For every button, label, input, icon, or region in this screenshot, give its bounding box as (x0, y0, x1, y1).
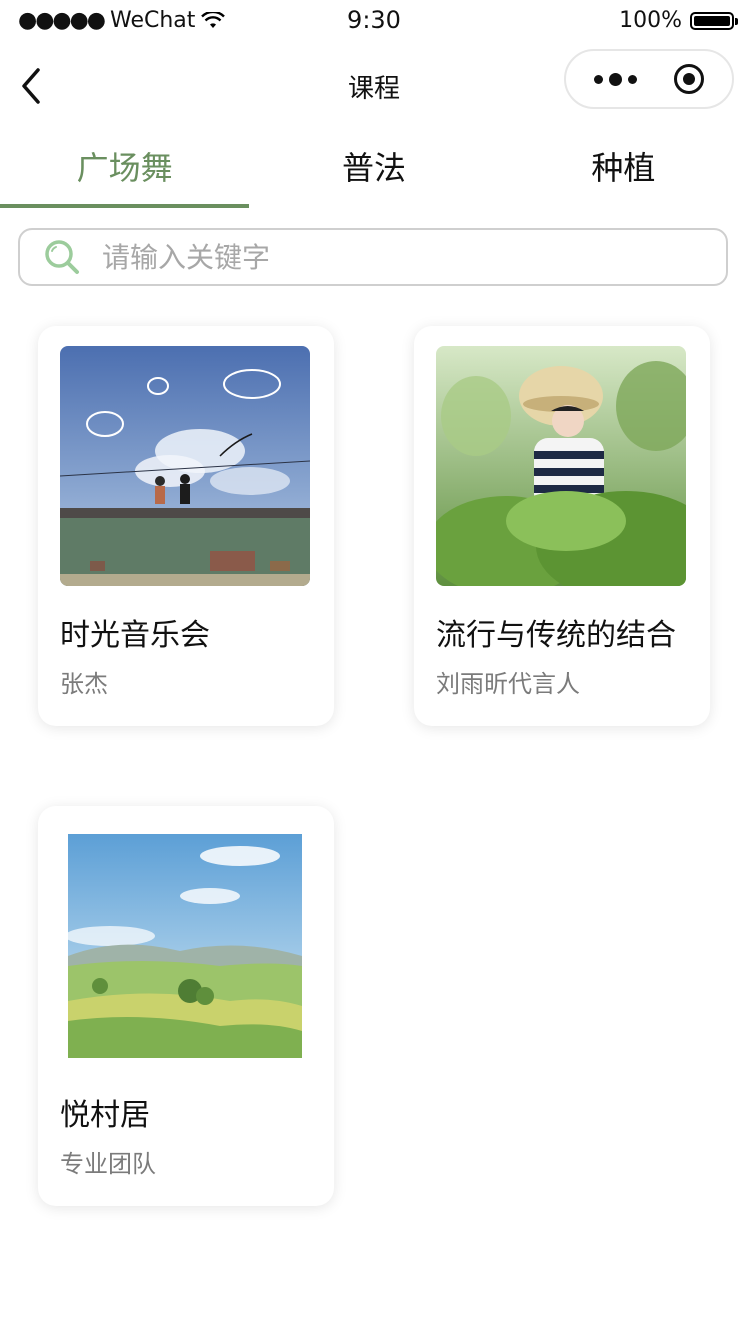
battery-icon (690, 11, 738, 30)
course-thumbnail (60, 346, 310, 586)
tab-pufa[interactable]: 普法 (249, 128, 498, 208)
search-bar[interactable] (18, 228, 728, 286)
course-author: 刘雨昕代言人 (436, 670, 580, 698)
course-card[interactable]: 时光音乐会 张杰 (38, 326, 334, 726)
status-right: 100% (619, 8, 738, 33)
course-title: 流行与传统的结合 (436, 618, 676, 653)
tab-guangchangwu[interactable]: 广场舞 (0, 128, 250, 208)
course-title: 时光音乐会 (60, 618, 210, 653)
nav-bar: 课程 (0, 44, 748, 128)
course-thumbnail (436, 346, 686, 586)
course-thumbnail (60, 826, 310, 1066)
course-author: 张杰 (60, 670, 108, 698)
tab-zhongzhi[interactable]: 种植 (499, 128, 748, 208)
course-card[interactable]: 悦村居 专业团队 (38, 806, 334, 1206)
close-miniprogram-icon[interactable] (673, 64, 704, 94)
search-input[interactable] (100, 239, 726, 275)
battery-percent: 100% (619, 8, 682, 33)
course-title: 悦村居 (60, 1098, 150, 1133)
more-icon[interactable] (594, 72, 638, 86)
category-tabs: 广场舞 普法 种植 (0, 128, 748, 208)
course-card[interactable]: 流行与传统的结合 刘雨昕代言人 (414, 326, 710, 726)
status-bar: ●●●●● WeChat 9:30 100% (0, 0, 748, 44)
capsule-menu[interactable] (564, 49, 734, 109)
course-author: 专业团队 (60, 1150, 156, 1178)
search-icon (45, 240, 79, 274)
